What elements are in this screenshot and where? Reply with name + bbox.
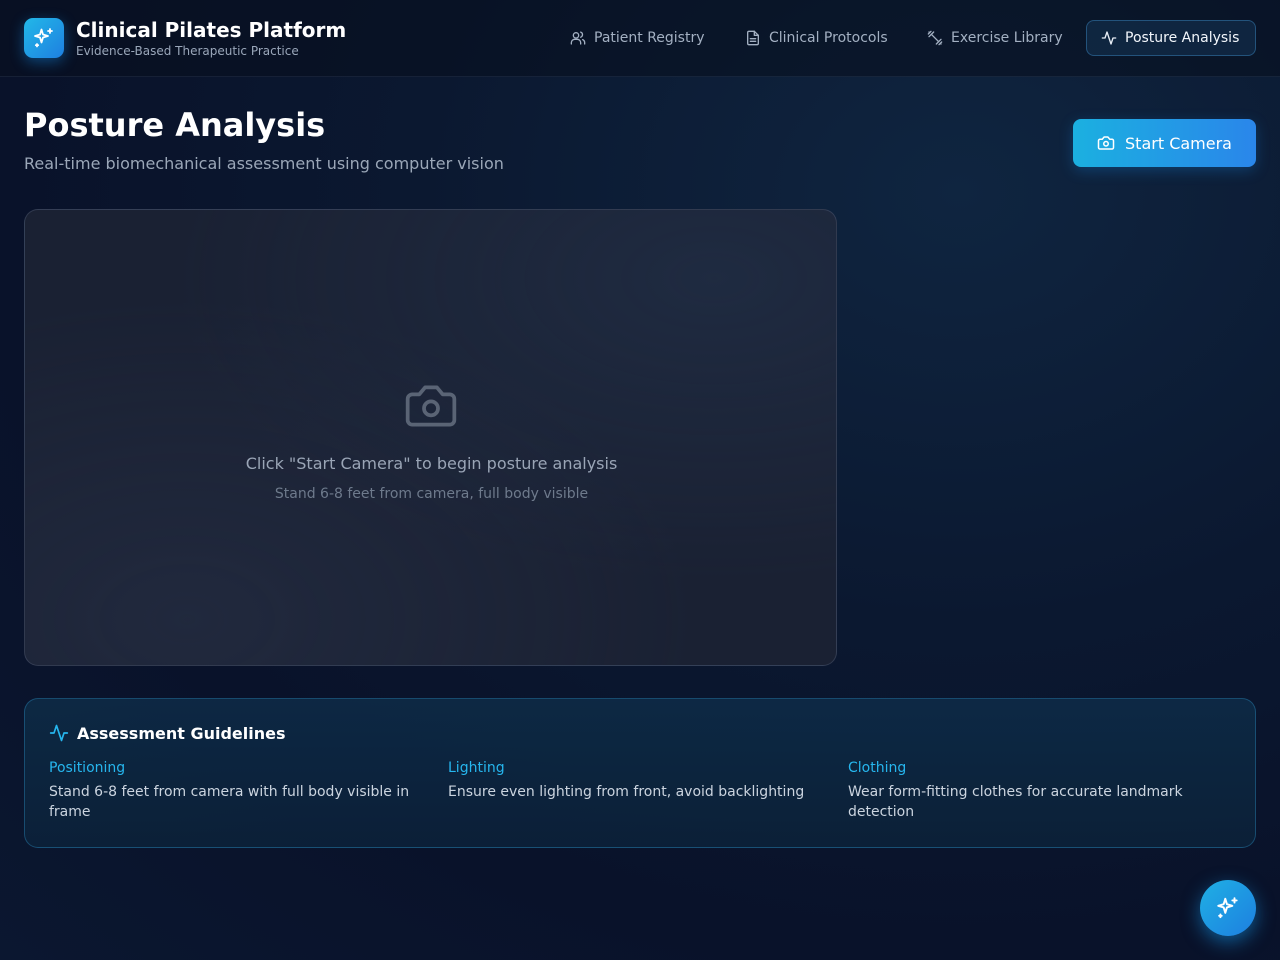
guideline-label: Lighting	[448, 760, 505, 776]
ai-assistant-fab[interactable]	[1200, 880, 1256, 936]
guideline-lighting: Lighting Ensure even lighting from front…	[448, 760, 818, 802]
guideline-label: Clothing	[848, 760, 907, 776]
guidelines-title: Assessment Guidelines	[77, 723, 286, 743]
start-camera-label: Start Camera	[1125, 133, 1232, 153]
dumbbell-icon	[927, 30, 943, 46]
guideline-text: Wear form-fitting clothes for accurate l…	[848, 784, 1183, 820]
nav-label: Patient Registry	[594, 30, 705, 46]
activity-icon	[1101, 31, 1117, 45]
nav-item-posture-analysis[interactable]: Posture Analysis	[1086, 20, 1256, 56]
camera-preview-panel: Click "Start Camera" to begin posture an…	[24, 209, 837, 666]
guideline-text: Ensure even lighting from front, avoid b…	[448, 784, 805, 800]
camera-hint: Stand 6-8 feet from camera, full body vi…	[274, 486, 589, 502]
main-nav: Patient Registry Clinical Protocols Exer…	[0, 20, 1280, 56]
file-text-icon	[747, 30, 759, 46]
guidelines-header: Assessment Guidelines	[49, 723, 286, 743]
nav-item-clinical-protocols[interactable]: Clinical Protocols	[730, 20, 903, 56]
nav-label: Clinical Protocols	[769, 30, 888, 46]
users-icon	[570, 31, 586, 45]
page-subtitle: Real-time biomechanical assessment using…	[24, 154, 504, 173]
camera-placeholder	[399, 376, 463, 436]
nav-item-exercise-library[interactable]: Exercise Library	[912, 20, 1078, 56]
camera-icon	[1097, 136, 1115, 150]
guideline-positioning: Positioning Stand 6-8 feet from camera w…	[49, 760, 419, 822]
camera-message: Click "Start Camera" to begin posture an…	[245, 454, 618, 473]
sparkles-icon	[1217, 897, 1238, 919]
nav-label: Exercise Library	[951, 30, 1063, 46]
start-camera-button[interactable]: Start Camera	[1073, 119, 1256, 167]
guideline-clothing: Clothing Wear form-fitting clothes for a…	[848, 760, 1218, 822]
guideline-text: Stand 6-8 feet from camera with full bod…	[49, 784, 410, 820]
guideline-label: Positioning	[49, 760, 126, 776]
nav-item-patient-registry[interactable]: Patient Registry	[555, 20, 720, 56]
activity-icon	[49, 724, 69, 742]
top-navigation-bar: Clinical Pilates Platform Evidence-Based…	[0, 0, 1280, 77]
nav-label: Posture Analysis	[1125, 30, 1240, 46]
assessment-guidelines-card: Assessment Guidelines Positioning Stand …	[24, 698, 1256, 848]
page-title: Posture Analysis	[24, 106, 326, 144]
camera-icon	[405, 385, 457, 427]
